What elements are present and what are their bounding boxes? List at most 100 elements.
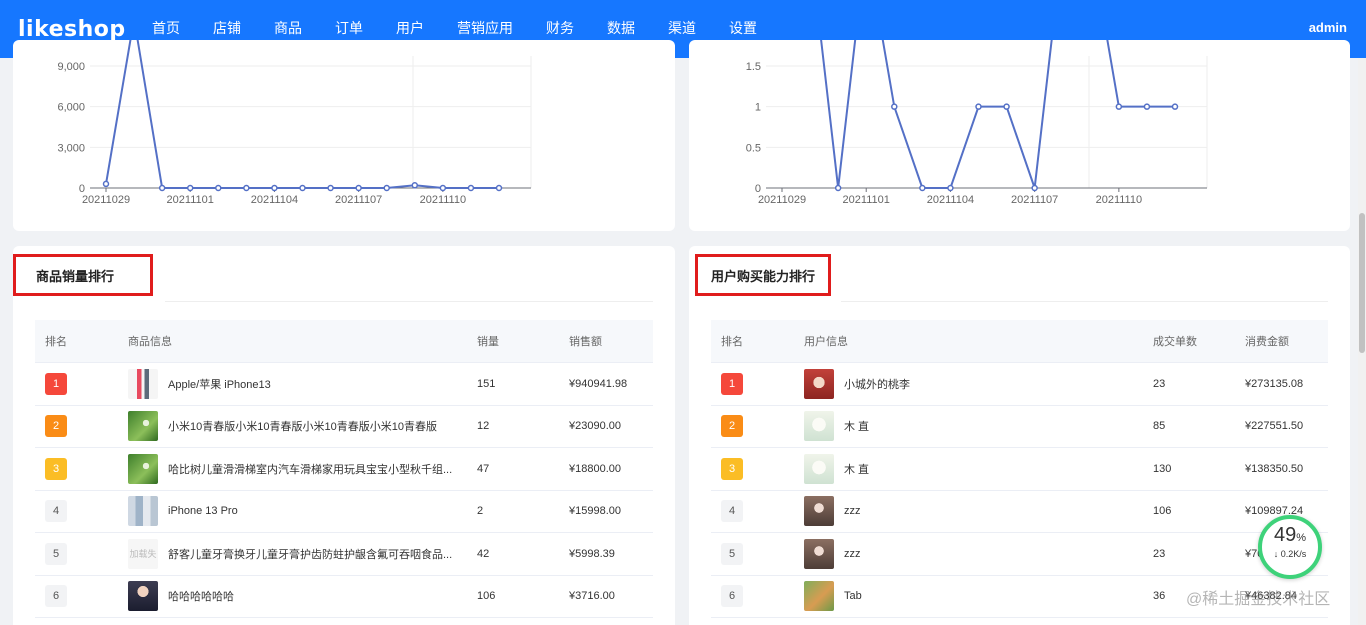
goods-name[interactable]: 哈比树儿童滑滑梯室内汽车滑梯家用玩具宝宝小型秋千组... [168,461,452,477]
page-scrollbar[interactable] [1358,58,1366,625]
count-cell: 47 [477,462,490,475]
rank-badge: 2 [45,415,67,438]
goods-name[interactable]: 小米10青春版小米10青春版小米10青春版小米10青春版 [168,418,437,434]
table-row: 1 小城外的桃李 23 ¥273135.08 [711,363,1328,406]
admin-user-menu[interactable]: admin [1309,20,1347,35]
user-rank-heading: 用户购买能力排行 [695,254,831,296]
y-tick-label: 9,000 [57,61,85,73]
user-thumbnail [804,581,834,612]
rank-badge: 2 [721,415,743,438]
goods-thumbnail [128,581,158,612]
rank-badge: 6 [721,585,743,608]
user-info-cell: Tab [794,581,1143,612]
table-row: 1 Apple/苹果 iPhone13 151 ¥940941.98 [35,363,653,406]
goods-rank-title: 商品销量排行 [36,268,115,284]
data-point [271,184,278,192]
x-tick-label: 20211101 [843,194,890,206]
x-tick-label: 20211104 [251,194,298,206]
amount-cell: ¥23090.00 [569,420,621,433]
count-cell: 106 [477,590,496,603]
rank-badge: 3 [721,457,743,480]
rank-badge: 4 [45,500,67,523]
data-point [215,184,222,192]
network-speed-widget[interactable]: 49% ↓ 0.2K/s [1258,515,1322,579]
goods-name[interactable]: iPhone 13 Pro [168,505,238,517]
goods-info-cell: 哈哈哈哈哈哈 [118,581,467,612]
x-tick-label: 20211107 [335,194,382,206]
user-name[interactable]: 小城外的桃李 [844,376,910,392]
user-thumbnail [804,496,834,527]
y-tick-label: 3,000 [57,142,85,154]
amount-cell: ¥273135.08 [1245,377,1304,390]
data-point [891,103,898,110]
rank-badge: 1 [721,372,743,395]
series-line [105,40,499,189]
x-tick-label: 20211104 [927,194,974,206]
data-point [411,182,419,189]
user-info-cell: zzz [794,538,1143,569]
x-tick-label: 20211110 [420,194,467,206]
data-point [186,184,194,192]
speed-percent: 49% [1273,524,1307,546]
table-header: 排名 商品信息 销量 销售额 [35,320,653,363]
rank-cell: 3 [711,457,794,480]
user-info-cell: zzz [794,496,1143,527]
count-cell: 85 [1153,420,1166,433]
goods-thumbnail: 加载失败 [128,538,158,569]
data-point [158,184,166,192]
amount-cell: ¥15998.00 [569,505,621,518]
table-row: 2 木 直 85 ¥227551.50 [711,406,1328,448]
goods-rank-table: 排名 商品信息 销量 销售额 1 Apple/苹果 iPhone13 151 ¥940… [35,320,653,618]
y-tick-label: 0.5 [746,142,761,154]
goods-info-cell: Apple/苹果 iPhone13 [118,368,467,399]
goods-name[interactable]: Apple/苹果 iPhone13 [168,376,271,392]
rank-cell: 1 [711,372,794,395]
data-point [1003,103,1010,110]
x-tick-label: 20211029 [758,194,806,206]
logo[interactable]: likeshop [0,17,150,42]
speed-rate: ↓ 0.2K/s [1273,549,1307,559]
data-point [327,184,334,192]
amount-cell: ¥18800.00 [569,462,621,475]
rank-cell: 6 [35,585,118,608]
x-tick-label: 20211107 [1011,194,1058,206]
user-name[interactable]: Tab [844,590,862,602]
data-point [947,184,954,192]
goods-thumbnail [128,368,158,399]
goods-info-cell: 哈比树儿童滑滑梯室内汽车滑梯家用玩具宝宝小型秋千组... [118,453,467,484]
rank-badge: 5 [721,542,743,565]
goods-thumbnail [128,411,158,442]
amount-cell: ¥227551.50 [1245,420,1304,433]
user-name[interactable]: 木 直 [844,461,869,477]
data-point [919,184,926,192]
user-thumbnail [804,538,834,569]
scrollbar-thumb[interactable] [1359,213,1365,353]
goods-info-cell: iPhone 13 Pro [118,496,467,527]
data-point [495,184,503,192]
table-row: 3 哈比树儿童滑滑梯室内汽车滑梯家用玩具宝宝小型秋千组... 47 ¥18800.00 [35,448,653,491]
user-info-cell: 木 直 [794,453,1143,484]
rank-badge: 5 [45,542,67,565]
goods-name[interactable]: 哈哈哈哈哈哈 [168,588,234,604]
column-header-sales: 销量 [477,336,499,348]
rank-cell: 2 [711,415,794,438]
table-row: 2 小米10青春版小米10青春版小米10青春版小米10青春版 12 ¥23090.00 [35,406,653,448]
count-cell: 130 [1153,462,1172,475]
data-point [299,184,306,192]
table-row: 6 哈哈哈哈哈哈 106 ¥3716.00 [35,576,653,618]
goods-name[interactable]: 舒客儿童牙膏换牙儿童牙膏护齿防蛀护龈含氟可吞咽食品... [168,546,452,562]
user-name[interactable]: 木 直 [844,418,869,434]
count-cell: 151 [477,377,496,390]
column-header-goods-info: 商品信息 [128,336,172,348]
user-name[interactable]: zzz [844,505,861,517]
table-row: 3 木 直 130 ¥138350.50 [711,448,1328,491]
amount-cell: ¥3716.00 [569,590,615,603]
count-cell: 2 [477,505,484,518]
count-cell: 23 [1153,377,1166,390]
data-point [834,184,842,192]
rank-cell: 4 [711,500,794,523]
column-header-user-info: 用户信息 [804,336,848,348]
table-row: 4 iPhone 13 Pro 2 ¥15998.00 [35,491,653,533]
user-name[interactable]: zzz [844,548,861,560]
rank-cell: 1 [35,372,118,395]
